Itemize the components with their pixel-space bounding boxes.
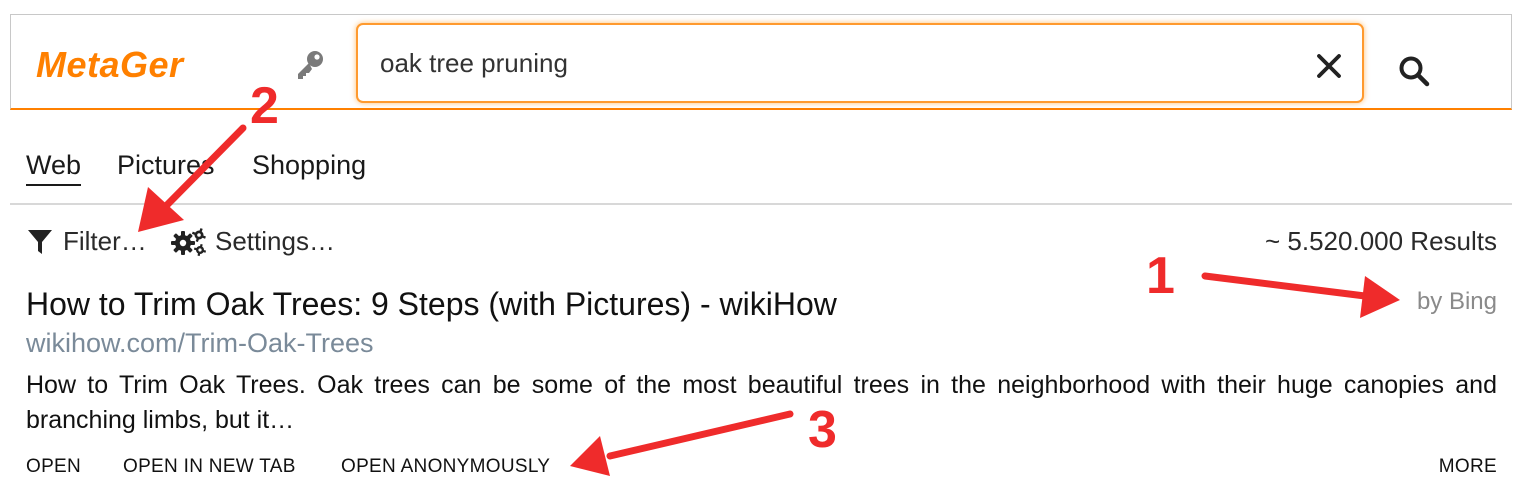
result-title-link[interactable]: How to Trim Oak Trees: 9 Steps (with Pic… xyxy=(26,286,837,323)
tab-pictures[interactable]: Pictures xyxy=(117,150,215,181)
annotation-1: 1 xyxy=(1146,247,1175,305)
key-icon[interactable] xyxy=(293,48,327,82)
open-anonymously-link[interactable]: OPEN ANONYMOUSLY xyxy=(341,456,550,478)
filter-icon[interactable] xyxy=(27,228,53,256)
settings-button[interactable]: Settings… xyxy=(215,226,335,257)
close-icon[interactable] xyxy=(1313,50,1345,82)
result-description: How to Trim Oak Trees. Oak trees can be … xyxy=(26,371,1497,434)
search-box[interactable] xyxy=(356,23,1364,103)
annotation-2: 2 xyxy=(250,77,279,135)
open-link[interactable]: OPEN xyxy=(26,456,81,478)
result-url-link[interactable]: wikihow.com/Trim-Oak-Trees xyxy=(26,328,374,359)
more-link[interactable]: MORE xyxy=(1439,456,1497,478)
tab-web[interactable]: Web xyxy=(26,150,82,186)
tab-shopping[interactable]: Shopping xyxy=(252,150,366,181)
result-engine-label: by Bing xyxy=(1416,288,1497,315)
tabs-divider xyxy=(10,203,1512,205)
gear-icon[interactable] xyxy=(170,226,208,258)
filter-button[interactable]: Filter… xyxy=(63,226,147,257)
metager-logo[interactable]: MetaGer xyxy=(36,44,184,86)
search-icon[interactable] xyxy=(1395,52,1433,90)
results-count: ~ 5.520.000 Results xyxy=(1265,226,1497,256)
open-new-tab-link[interactable]: OPEN IN NEW TAB xyxy=(123,456,296,478)
search-input[interactable] xyxy=(380,45,1280,81)
annotation-3: 3 xyxy=(808,401,837,459)
